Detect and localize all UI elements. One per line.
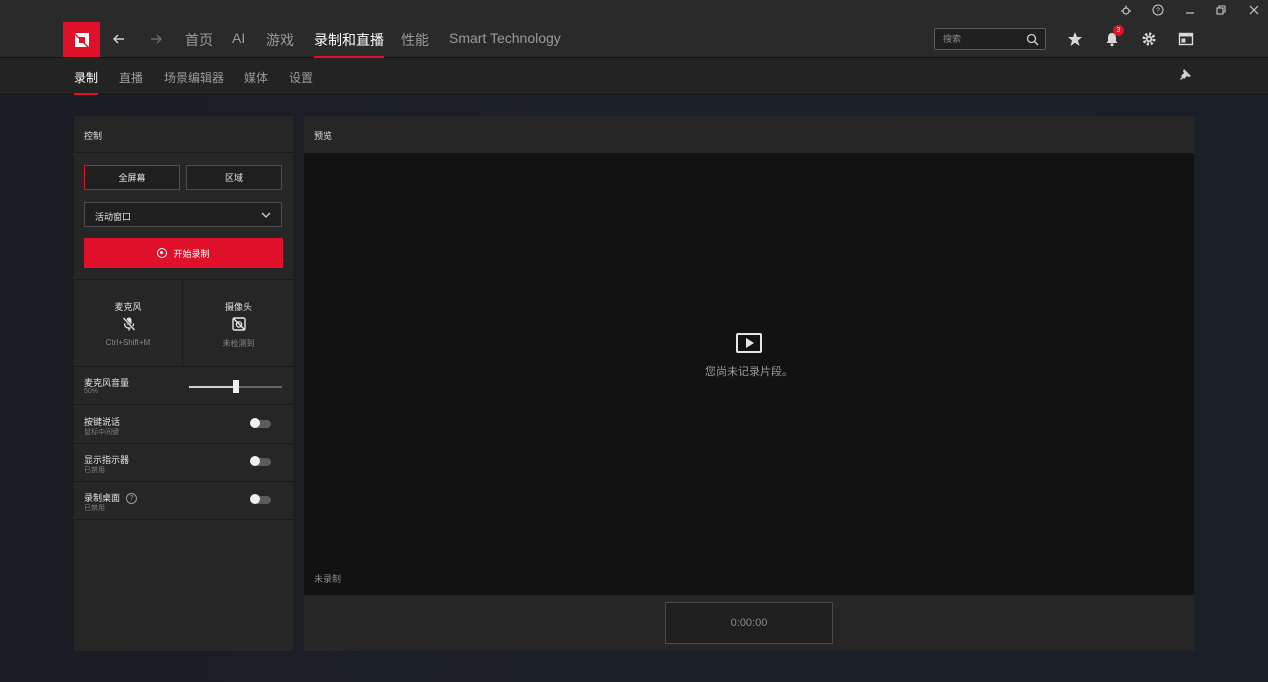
- region-mode-button[interactable]: 区域: [186, 165, 282, 190]
- arrow-left-icon[interactable]: [109, 29, 129, 49]
- mic-volume-slider[interactable]: [189, 380, 282, 393]
- push-to-talk-key: 鼠标中间键: [84, 429, 119, 436]
- help-circle-icon[interactable]: ?: [126, 493, 138, 505]
- tab-record[interactable]: 录制: [74, 69, 99, 95]
- title-bar: ?: [0, 0, 1268, 20]
- pin-icon[interactable]: [1178, 68, 1194, 84]
- nav-record-stream[interactable]: 录制和直播: [314, 30, 384, 58]
- nav-home[interactable]: 首页: [185, 30, 213, 50]
- close-icon[interactable]: [1236, 0, 1268, 20]
- record-desktop-label: 录制桌面: [84, 493, 121, 503]
- mic-volume-value: 50%: [84, 388, 99, 395]
- search-input[interactable]: [935, 29, 1021, 49]
- device-tiles: 麦克风 Ctrl+Shift+M 摄像头 未检测到: [74, 279, 293, 367]
- amd-logo[interactable]: [63, 22, 100, 57]
- recording-status: 未录制: [314, 574, 342, 584]
- preview-area: 您尚未记录片段。 未录制: [304, 153, 1194, 595]
- star-icon[interactable]: [1064, 28, 1086, 50]
- search-icon[interactable]: [1026, 33, 1039, 51]
- arrow-right-icon[interactable]: [146, 29, 166, 49]
- nav-ai[interactable]: AI: [232, 30, 245, 46]
- start-recording-label: 开始录制: [173, 248, 210, 259]
- mic-muted-icon: [121, 316, 137, 332]
- camera-label: 摄像头: [224, 302, 252, 312]
- preview-panel: 预览 您尚未记录片段。 未录制 0:00:00: [304, 116, 1194, 651]
- record-desktop-status: 已禁用: [84, 505, 105, 512]
- camera-off-icon: [231, 316, 247, 332]
- camera-status: 未检测到: [222, 339, 255, 348]
- microphone-label: 麦克风: [114, 302, 142, 312]
- svg-text:?: ?: [1156, 8, 1160, 15]
- fullscreen-mode-button[interactable]: 全屏幕: [84, 165, 180, 190]
- microphone-shortcut: Ctrl+Shift+M: [105, 338, 151, 347]
- mic-volume-row: 麦克风音量 50%: [74, 367, 293, 405]
- help-icon[interactable]: ?: [1140, 0, 1176, 20]
- push-to-talk-toggle[interactable]: [250, 418, 271, 428]
- record-desktop-row: 录制桌面? 已禁用: [74, 482, 293, 520]
- nav-performance[interactable]: 性能: [401, 30, 429, 50]
- notification-badge: 3: [1113, 25, 1124, 36]
- chevron-down-icon: [261, 210, 271, 220]
- microphone-tile[interactable]: 麦克风 Ctrl+Shift+M: [74, 280, 183, 367]
- empty-message: 您尚未记录片段。: [705, 366, 793, 378]
- camera-tile[interactable]: 摄像头 未检测到: [184, 280, 293, 367]
- tab-stream[interactable]: 直播: [119, 69, 143, 86]
- preview-title: 预览: [314, 131, 333, 141]
- play-icon: [736, 333, 762, 353]
- show-indicator-row: 显示指示器 已禁用: [74, 444, 293, 482]
- tab-scene-editor[interactable]: 场景编辑器: [164, 69, 224, 86]
- tab-settings[interactable]: 设置: [289, 69, 313, 86]
- show-indicator-status: 已禁用: [84, 467, 105, 474]
- top-navigation: 首页 AI 游戏 录制和直播 性能 Smart Technology 3: [0, 20, 1268, 58]
- capture-source-select[interactable]: 活动窗口: [84, 202, 282, 227]
- sub-navigation: 录制 直播 场景编辑器 媒体 设置: [0, 58, 1268, 95]
- gear-icon[interactable]: [1138, 28, 1160, 50]
- control-panel-title: 控制: [74, 116, 293, 153]
- mic-volume-fill: [189, 386, 236, 388]
- show-indicator-toggle[interactable]: [250, 456, 271, 466]
- control-panel: 控制 全屏幕 区域 活动窗口 开始录制 麦克风 Ctrl+Shift+M 摄像头…: [74, 116, 293, 651]
- capture-source-value: 活动窗口: [95, 212, 132, 222]
- bug-icon[interactable]: [1108, 0, 1144, 20]
- tab-media[interactable]: 媒体: [244, 69, 268, 86]
- restore-icon[interactable]: [1203, 0, 1239, 20]
- nav-smart-technology[interactable]: Smart Technology: [449, 30, 561, 46]
- nav-games[interactable]: 游戏: [266, 30, 294, 50]
- bell-icon[interactable]: 3: [1101, 25, 1124, 50]
- record-desktop-toggle[interactable]: [250, 494, 271, 504]
- push-to-talk-row: 按键说话 鼠标中间键: [74, 406, 293, 444]
- start-recording-button[interactable]: 开始录制: [84, 238, 283, 268]
- search-box: [934, 28, 1046, 50]
- record-icon: [157, 248, 168, 258]
- mic-volume-thumb[interactable]: [232, 380, 239, 393]
- layout-icon[interactable]: [1175, 28, 1197, 50]
- recording-timer: 0:00:00: [665, 602, 833, 644]
